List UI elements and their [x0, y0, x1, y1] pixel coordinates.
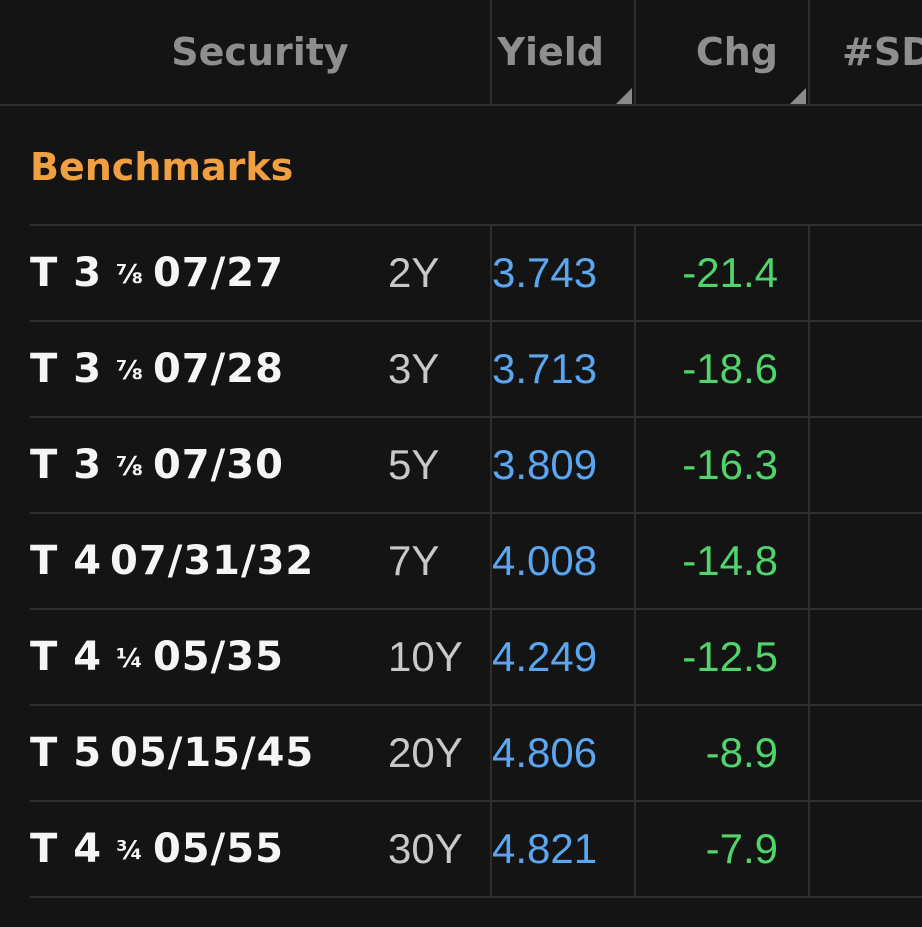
column-header-security-label: Security [171, 30, 349, 74]
security-maturity: 07/31/32 [110, 538, 315, 584]
sd-cell [808, 706, 922, 800]
sd-cell [808, 322, 922, 416]
security-maturity: 05/55 [152, 826, 284, 872]
column-header-security[interactable]: Security [30, 0, 490, 104]
yield-cell: 3.743 [490, 226, 634, 320]
tenor-cell: 20Y [388, 729, 463, 776]
security-maturity: 07/28 [152, 346, 284, 392]
benchmark-table: T 3 ⅞ 07/27 2Y 3.743 -21.4 T 3 ⅞ 07/28 3… [30, 226, 922, 898]
chg-cell: -18.6 [634, 322, 808, 416]
column-header-chg[interactable]: Chg [634, 0, 808, 104]
security-coupon-fraction: ¼ [116, 644, 143, 674]
yield-cell: 4.821 [490, 802, 634, 896]
security-cell: T 4 07/31/32 [30, 514, 382, 608]
chg-cell: -14.8 [634, 514, 808, 608]
table-row[interactable]: T 4 ¾ 05/55 30Y 4.821 -7.9 [30, 802, 922, 898]
sort-corner-icon [616, 88, 632, 104]
sort-corner-icon [790, 88, 806, 104]
security-cell: T 3 ⅞ 07/27 [30, 226, 382, 320]
security-prefix: T 3 [30, 346, 103, 392]
security-prefix: T 4 [30, 634, 103, 680]
security-coupon-fraction: ¾ [116, 836, 143, 866]
security-prefix: T 4 [30, 538, 103, 584]
yield-cell: 4.249 [490, 610, 634, 704]
sd-cell [808, 610, 922, 704]
sd-cell [808, 226, 922, 320]
security-maturity: 05/35 [152, 634, 284, 680]
security-cell: T 4 ¼ 05/35 [30, 610, 382, 704]
chg-cell: -16.3 [634, 418, 808, 512]
column-header-chg-label: Chg [695, 30, 778, 74]
chg-cell: -7.9 [634, 802, 808, 896]
table-row[interactable]: T 3 ⅞ 07/30 5Y 3.809 -16.3 [30, 418, 922, 514]
security-cell: T 3 ⅞ 07/30 [30, 418, 382, 512]
security-coupon-fraction: ⅞ [116, 260, 143, 290]
tenor-cell: 30Y [388, 825, 463, 872]
tenor-cell: 10Y [388, 633, 463, 680]
security-cell: T 5 05/15/45 [30, 706, 382, 800]
section-label-benchmarks: Benchmarks [30, 106, 922, 226]
tenor-cell: 7Y [388, 537, 440, 584]
security-prefix: T 3 [30, 250, 103, 296]
security-maturity: 07/27 [152, 250, 284, 296]
yield-cell: 3.809 [490, 418, 634, 512]
section-label-text: Benchmarks [30, 145, 294, 189]
tenor-cell: 2Y [388, 249, 440, 296]
table-row[interactable]: T 5 05/15/45 20Y 4.806 -8.9 [30, 706, 922, 802]
security-prefix: T 4 [30, 826, 103, 872]
chg-cell: -21.4 [634, 226, 808, 320]
table-row[interactable]: T 3 ⅞ 07/28 3Y 3.713 -18.6 [30, 322, 922, 418]
security-maturity: 07/30 [152, 442, 284, 488]
column-header-sd-label: #SD/ [842, 30, 922, 74]
security-prefix: T 3 [30, 442, 103, 488]
yield-cell: 3.713 [490, 322, 634, 416]
security-maturity: 05/15/45 [110, 730, 315, 776]
sd-cell [808, 418, 922, 512]
column-header-row: Security Yield Chg #SD/ [0, 0, 922, 106]
security-cell: T 3 ⅞ 07/28 [30, 322, 382, 416]
sd-cell [808, 802, 922, 896]
sd-cell [808, 514, 922, 608]
column-header-yield-label: Yield [497, 30, 604, 74]
column-header-yield[interactable]: Yield [490, 0, 634, 104]
table-row[interactable]: T 3 ⅞ 07/27 2Y 3.743 -21.4 [30, 226, 922, 322]
tenor-cell: 3Y [388, 345, 440, 392]
tenor-cell: 5Y [388, 441, 440, 488]
table-row[interactable]: T 4 ¼ 05/35 10Y 4.249 -12.5 [30, 610, 922, 706]
chg-cell: -12.5 [634, 610, 808, 704]
security-coupon-fraction: ⅞ [116, 356, 143, 386]
table-row[interactable]: T 4 07/31/32 7Y 4.008 -14.8 [30, 514, 922, 610]
yield-cell: 4.806 [490, 706, 634, 800]
column-header-sd[interactable]: #SD/ [808, 0, 922, 104]
security-cell: T 4 ¾ 05/55 [30, 802, 382, 896]
chg-cell: -8.9 [634, 706, 808, 800]
security-coupon-fraction: ⅞ [116, 452, 143, 482]
yield-cell: 4.008 [490, 514, 634, 608]
security-prefix: T 5 [30, 730, 103, 776]
